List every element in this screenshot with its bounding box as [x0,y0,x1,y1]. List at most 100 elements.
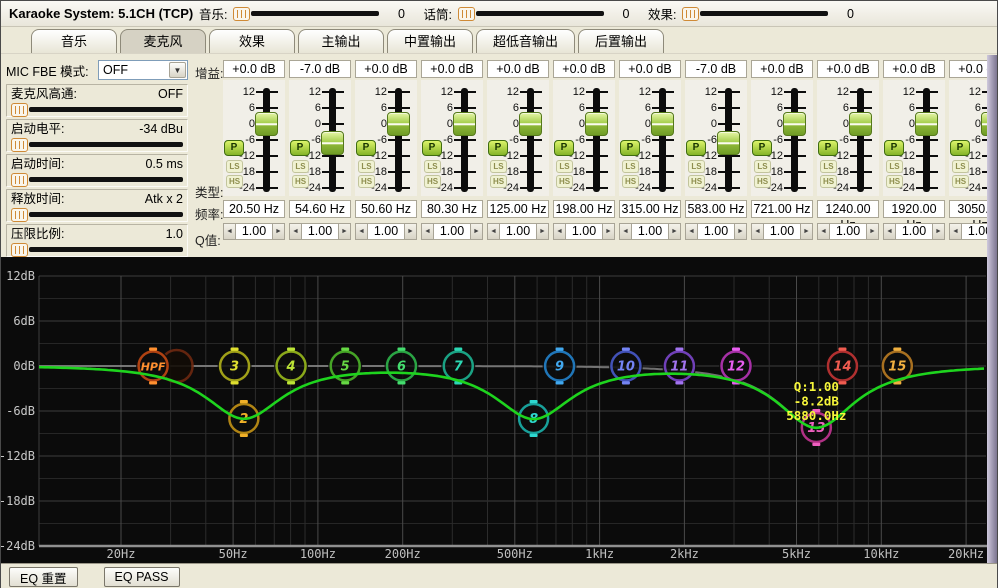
band-11-q-value[interactable]: 1.00 [896,223,932,240]
band-7-slider-handle[interactable] [651,112,674,136]
param-slider-handle[interactable] [11,208,28,222]
band-9-highshelf-button[interactable]: HS [754,175,771,188]
band-3-freq-display[interactable]: 50.60 Hz [355,200,417,218]
q-increment-arrow-icon[interactable]: ► [800,223,813,240]
band-2-lowshelf-button[interactable]: LS [292,160,309,173]
eq-point-5[interactable]: 5 [328,348,362,385]
band-3-q-value[interactable]: 1.00 [368,223,404,240]
band-2-gain-slider[interactable]: 1260-6-12-18-24PLSHS [289,80,351,196]
band-5-slider-track[interactable] [527,88,534,192]
band-9-q-value[interactable]: 1.00 [764,223,800,240]
q-increment-arrow-icon[interactable]: ► [338,223,351,240]
band-7-gain-slider[interactable]: 1260-6-12-18-24PLSHS [619,80,681,196]
band-11-slider-handle[interactable] [915,112,938,136]
band-10-gain-display[interactable]: +0.0 dB [817,60,879,78]
band-3-gain-display[interactable]: +0.0 dB [355,60,417,78]
q-increment-arrow-icon[interactable]: ► [536,223,549,240]
band-3-slider-track[interactable] [395,88,402,192]
band-1-peak-button[interactable]: P [224,140,244,156]
band-8-slider-handle[interactable] [717,131,740,155]
param-limit-ratio-slider[interactable] [11,242,183,257]
q-decrement-arrow-icon[interactable]: ◄ [883,223,896,240]
mic-volume-slider[interactable] [458,6,604,22]
param-attack-level-slider[interactable] [11,137,183,152]
param-slider-handle[interactable] [11,138,28,152]
band-4-gain-slider[interactable]: 1260-6-12-18-24PLSHS [421,80,483,196]
param-slider-track[interactable] [29,107,183,112]
band-5-gain-display[interactable]: +0.0 dB [487,60,549,78]
q-increment-arrow-icon[interactable]: ► [404,223,417,240]
band-11-gain-slider[interactable]: 1260-6-12-18-24PLSHS [883,80,945,196]
band-5-highshelf-button[interactable]: HS [490,175,507,188]
band-9-peak-button[interactable]: P [752,140,772,156]
q-increment-arrow-icon[interactable]: ► [272,223,285,240]
effect-volume-slider-track[interactable] [700,11,828,16]
band-7-highshelf-button[interactable]: HS [622,175,639,188]
band-11-lowshelf-button[interactable]: LS [886,160,903,173]
chevron-down-icon[interactable]: ▼ [169,62,186,78]
param-slider-handle[interactable] [11,243,28,257]
band-5-lowshelf-button[interactable]: LS [490,160,507,173]
band-6-gain-display[interactable]: +0.0 dB [553,60,615,78]
effect-volume-slider-handle[interactable] [682,7,699,21]
band-4-slider-handle[interactable] [453,112,476,136]
band-6-slider-handle[interactable] [585,112,608,136]
band-4-highshelf-button[interactable]: HS [424,175,441,188]
band-6-gain-slider[interactable]: 1260-6-12-18-24PLSHS [553,80,615,196]
q-increment-arrow-icon[interactable]: ► [734,223,747,240]
band-5-slider-handle[interactable] [519,112,542,136]
band-8-peak-button[interactable]: P [686,140,706,156]
band-7-peak-button[interactable]: P [620,140,640,156]
band-10-lowshelf-button[interactable]: LS [820,160,837,173]
band-9-gain-display[interactable]: +0.0 dB [751,60,813,78]
q-decrement-arrow-icon[interactable]: ◄ [619,223,632,240]
band-10-freq-display[interactable]: 1240.00 Hz [817,200,879,218]
band-8-q-value[interactable]: 1.00 [698,223,734,240]
eq-graph[interactable]: 12dB6dB0dB-6dB-12dB-18dB-24dB20Hz50Hz100… [1,257,997,563]
q-decrement-arrow-icon[interactable]: ◄ [817,223,830,240]
band-8-freq-display[interactable]: 583.00 Hz [685,200,747,218]
band-9-lowshelf-button[interactable]: LS [754,160,771,173]
band-4-slider-track[interactable] [461,88,468,192]
q-increment-arrow-icon[interactable]: ► [668,223,681,240]
eq-graph-canvas[interactable]: 12dB6dB0dB-6dB-12dB-18dB-24dB20Hz50Hz100… [1,257,998,563]
band-9-gain-slider[interactable]: 1260-6-12-18-24PLSHS [751,80,813,196]
band-7-lowshelf-button[interactable]: LS [622,160,639,173]
band-9-freq-display[interactable]: 721.00 Hz [751,200,813,218]
band-6-freq-display[interactable]: 198.00 Hz [553,200,615,218]
band-4-gain-display[interactable]: +0.0 dB [421,60,483,78]
band-10-slider-handle[interactable] [849,112,872,136]
eq-point-4[interactable]: 4 [274,348,308,385]
band-12-highshelf-button[interactable]: HS [952,175,969,188]
band-3-gain-slider[interactable]: 1260-6-12-18-24PLSHS [355,80,417,196]
band-4-peak-button[interactable]: P [422,140,442,156]
band-6-slider-track[interactable] [593,88,600,192]
window-right-edge-scrollbar[interactable] [987,55,997,563]
tab-center-output[interactable]: 中置输出 [387,29,473,53]
q-decrement-arrow-icon[interactable]: ◄ [949,223,962,240]
band-1-gain-display[interactable]: +0.0 dB [223,60,285,78]
band-1-freq-display[interactable]: 20.50 Hz [223,200,285,218]
band-4-freq-display[interactable]: 80.30 Hz [421,200,483,218]
q-increment-arrow-icon[interactable]: ► [866,223,879,240]
band-4-lowshelf-button[interactable]: LS [424,160,441,173]
q-decrement-arrow-icon[interactable]: ◄ [355,223,368,240]
band-7-freq-display[interactable]: 315.00 Hz [619,200,681,218]
band-3-peak-button[interactable]: P [356,140,376,156]
band-1-slider-handle[interactable] [255,112,278,136]
band-12-lowshelf-button[interactable]: LS [952,160,969,173]
param-release-time-slider[interactable] [11,207,183,222]
q-decrement-arrow-icon[interactable]: ◄ [421,223,434,240]
band-11-slider-track[interactable] [923,88,930,192]
q-increment-arrow-icon[interactable]: ► [602,223,615,240]
param-slider-handle[interactable] [11,103,28,117]
q-decrement-arrow-icon[interactable]: ◄ [751,223,764,240]
band-6-highshelf-button[interactable]: HS [556,175,573,188]
param-slider-track[interactable] [29,142,183,147]
band-1-highshelf-button[interactable]: HS [226,175,243,188]
band-6-lowshelf-button[interactable]: LS [556,160,573,173]
band-1-q-value[interactable]: 1.00 [236,223,272,240]
q-decrement-arrow-icon[interactable]: ◄ [685,223,698,240]
band-11-freq-display[interactable]: 1920.00 Hz [883,200,945,218]
band-11-gain-display[interactable]: +0.0 dB [883,60,945,78]
